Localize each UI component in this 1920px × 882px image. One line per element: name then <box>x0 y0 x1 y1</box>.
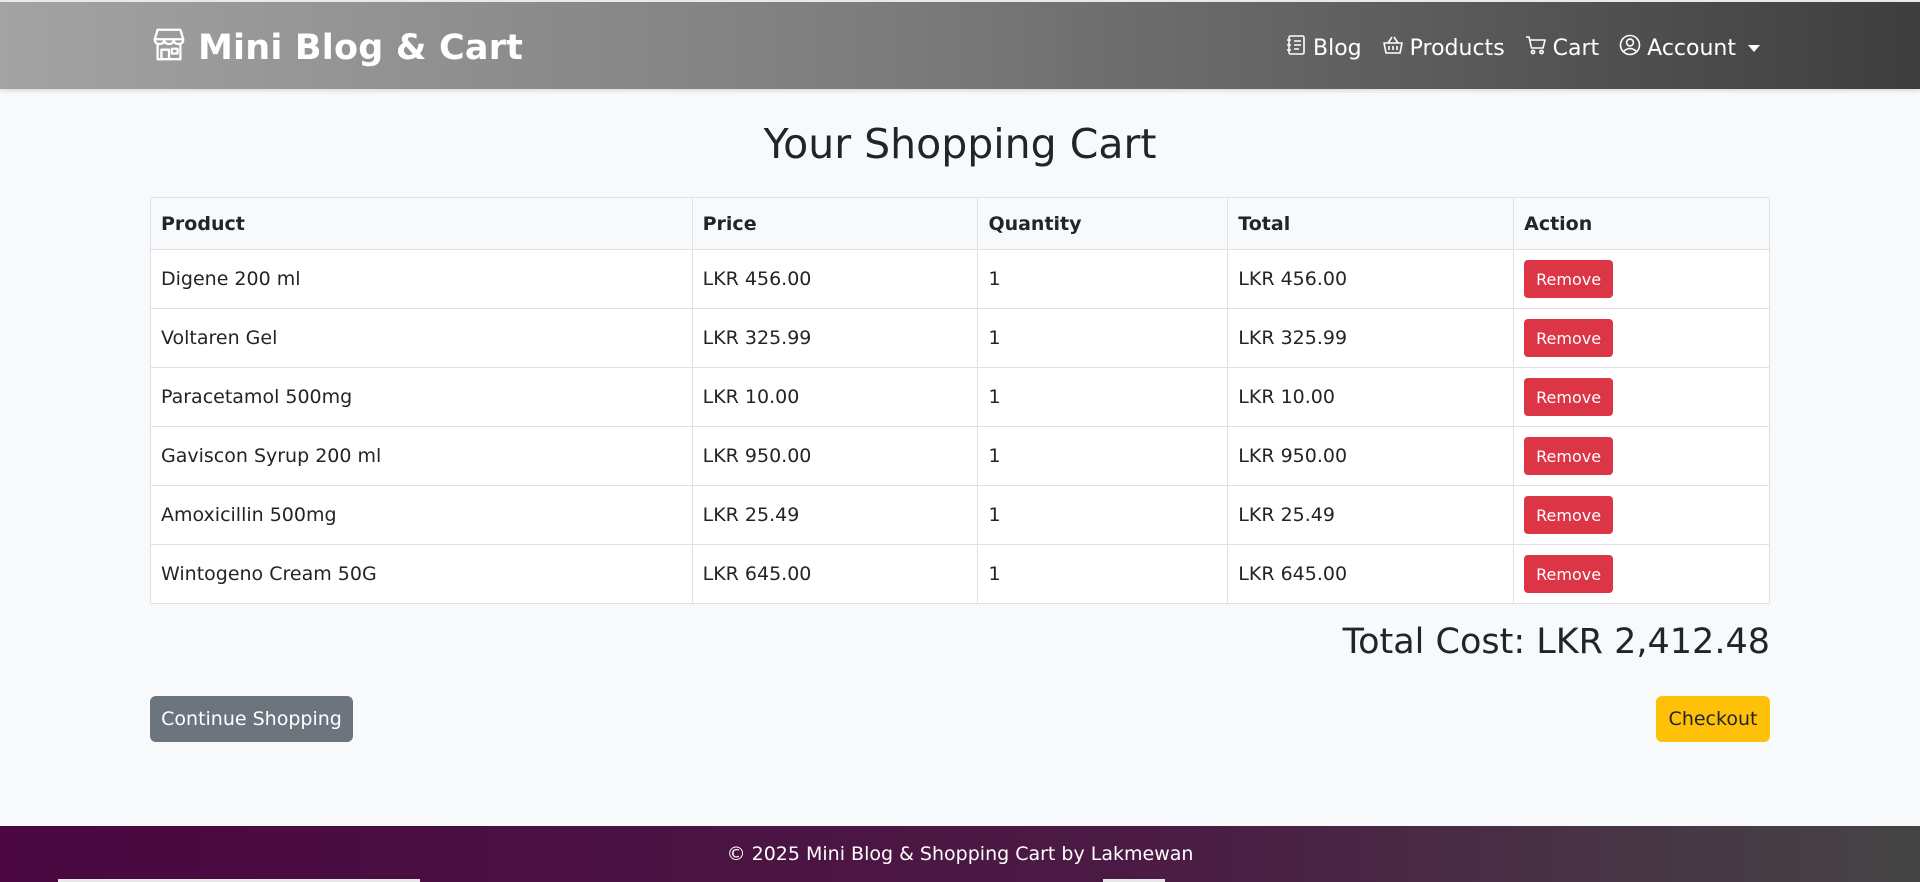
remove-button[interactable]: Remove <box>1524 437 1614 475</box>
cart-table: Product Price Quantity Total Action Dige… <box>150 197 1770 604</box>
journal-icon <box>1285 34 1307 62</box>
user-circle-icon <box>1619 34 1641 62</box>
cell-price: LKR 325.99 <box>691 308 979 368</box>
column-header-action: Action <box>1513 197 1770 250</box>
cell-total: LKR 10.00 <box>1227 367 1515 427</box>
cell-product: Digene 200 ml <box>150 249 693 309</box>
column-header-quantity: Quantity <box>977 197 1229 250</box>
remove-button[interactable]: Remove <box>1524 378 1614 416</box>
nav-link-cart[interactable]: Cart <box>1525 34 1600 62</box>
cell-product: Voltaren Gel <box>150 308 693 368</box>
footer: © 2025 Mini Blog & Shopping Cart by Lakm… <box>0 826 1920 882</box>
nav-link-blog[interactable]: Blog <box>1285 34 1362 62</box>
cell-product: Paracetamol 500mg <box>150 367 693 427</box>
table-row: Wintogeno Cream 50G LKR 645.00 1 LKR 645… <box>150 544 1770 604</box>
table-row: Voltaren Gel LKR 325.99 1 LKR 325.99 Rem… <box>150 308 1770 368</box>
cell-action: Remove <box>1513 485 1770 545</box>
cell-action: Remove <box>1513 544 1770 604</box>
column-header-total: Total <box>1227 197 1515 250</box>
cell-price: LKR 645.00 <box>691 544 979 604</box>
chevron-down-icon <box>1748 44 1760 52</box>
cell-quantity: 1 <box>977 367 1229 427</box>
remove-button[interactable]: Remove <box>1524 555 1614 593</box>
cell-total: LKR 456.00 <box>1227 249 1515 309</box>
column-header-price: Price <box>691 197 979 250</box>
shop-icon <box>150 25 188 72</box>
cell-total: LKR 25.49 <box>1227 485 1515 545</box>
basket-icon <box>1382 34 1404 62</box>
table-row: Paracetamol 500mg LKR 10.00 1 LKR 10.00 … <box>150 367 1770 427</box>
cell-quantity: 1 <box>977 544 1229 604</box>
remove-button[interactable]: Remove <box>1524 319 1614 357</box>
checkout-button[interactable]: Checkout <box>1656 696 1770 742</box>
cell-price: LKR 456.00 <box>691 249 979 309</box>
nav-link-label: Blog <box>1313 35 1362 61</box>
cell-total: LKR 645.00 <box>1227 544 1515 604</box>
brand-title: Mini Blog & Cart <box>198 28 524 68</box>
table-row: Digene 200 ml LKR 456.00 1 LKR 456.00 Re… <box>150 249 1770 309</box>
cart-icon <box>1525 34 1547 62</box>
nav-links: Blog Products Cart Account <box>1285 30 1760 66</box>
table-header-row: Product Price Quantity Total Action <box>150 197 1770 250</box>
remove-button[interactable]: Remove <box>1524 260 1614 298</box>
column-header-product: Product <box>150 197 693 250</box>
cell-quantity: 1 <box>977 426 1229 486</box>
cell-total: LKR 325.99 <box>1227 308 1515 368</box>
cell-quantity: 1 <box>977 308 1229 368</box>
nav-link-label: Cart <box>1552 35 1600 61</box>
nav-link-products[interactable]: Products <box>1382 34 1505 62</box>
cell-action: Remove <box>1513 367 1770 427</box>
total-cost: Total Cost: LKR 2,412.48 <box>1342 622 1770 662</box>
cell-price: LKR 25.49 <box>691 485 979 545</box>
cell-product: Amoxicillin 500mg <box>150 485 693 545</box>
cell-action: Remove <box>1513 426 1770 486</box>
nav-link-account[interactable]: Account <box>1619 34 1760 62</box>
nav-link-label: Account <box>1647 35 1736 61</box>
table-row: Gaviscon Syrup 200 ml LKR 950.00 1 LKR 9… <box>150 426 1770 486</box>
navbar: Mini Blog & Cart Blog Products Cart Acco… <box>0 0 1920 89</box>
brand-link[interactable]: Mini Blog & Cart <box>150 26 523 70</box>
cell-action: Remove <box>1513 249 1770 309</box>
cell-price: LKR 10.00 <box>691 367 979 427</box>
remove-button[interactable]: Remove <box>1524 496 1614 534</box>
nav-link-label: Products <box>1409 35 1505 61</box>
continue-shopping-button[interactable]: Continue Shopping <box>150 696 353 742</box>
cell-quantity: 1 <box>977 249 1229 309</box>
cell-product: Gaviscon Syrup 200 ml <box>150 426 693 486</box>
cell-quantity: 1 <box>977 485 1229 545</box>
footer-copyright: © 2025 Mini Blog & Shopping Cart by Lakm… <box>726 843 1194 865</box>
cell-total: LKR 950.00 <box>1227 426 1515 486</box>
table-row: Amoxicillin 500mg LKR 25.49 1 LKR 25.49 … <box>150 485 1770 545</box>
cell-product: Wintogeno Cream 50G <box>150 544 693 604</box>
page-title: Your Shopping Cart <box>763 120 1157 168</box>
cell-price: LKR 950.00 <box>691 426 979 486</box>
cell-action: Remove <box>1513 308 1770 368</box>
